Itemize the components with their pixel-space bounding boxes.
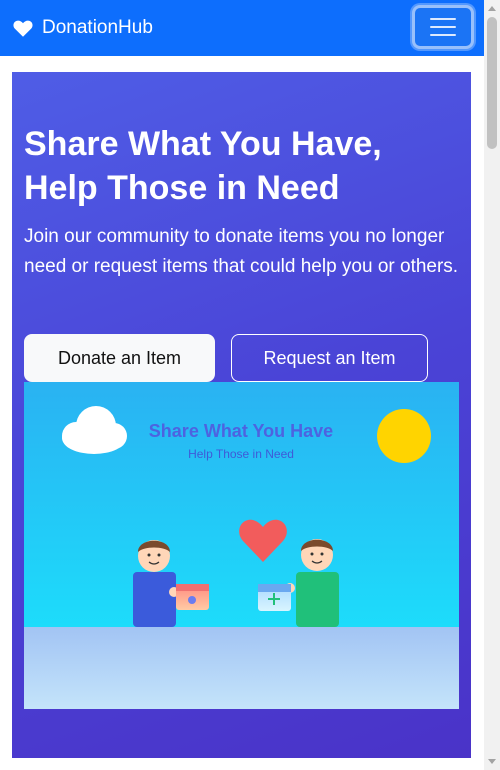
request-item-button[interactable]: Request an Item — [231, 334, 428, 382]
scroll-down-arrow-icon[interactable] — [488, 759, 496, 764]
hero-illustration: Share What You Have Help Those in Need — [24, 382, 459, 709]
hero-subtitle: Join our community to donate items you n… — [24, 226, 459, 277]
sun-icon — [377, 409, 431, 463]
page-scrollbar[interactable] — [484, 0, 500, 770]
hero-title: Share What You Have, Help Those in Need — [24, 125, 382, 207]
scroll-up-arrow-icon[interactable] — [488, 6, 496, 11]
illustration-tagline: Help Those in Need — [188, 447, 294, 461]
brand-name: DonationHub — [42, 17, 153, 38]
heart-icon — [12, 17, 34, 39]
hamburger-menu-icon[interactable] — [412, 5, 474, 49]
donate-item-button[interactable]: Donate an Item — [24, 334, 215, 382]
illustration-headline: Share What You Have — [149, 421, 333, 441]
navbar: DonationHub — [0, 0, 484, 56]
scrollbar-thumb[interactable] — [487, 17, 497, 149]
hero-section: Share What You Have, Help Those in Need … — [12, 72, 471, 758]
brand-link[interactable]: DonationHub — [12, 17, 153, 39]
